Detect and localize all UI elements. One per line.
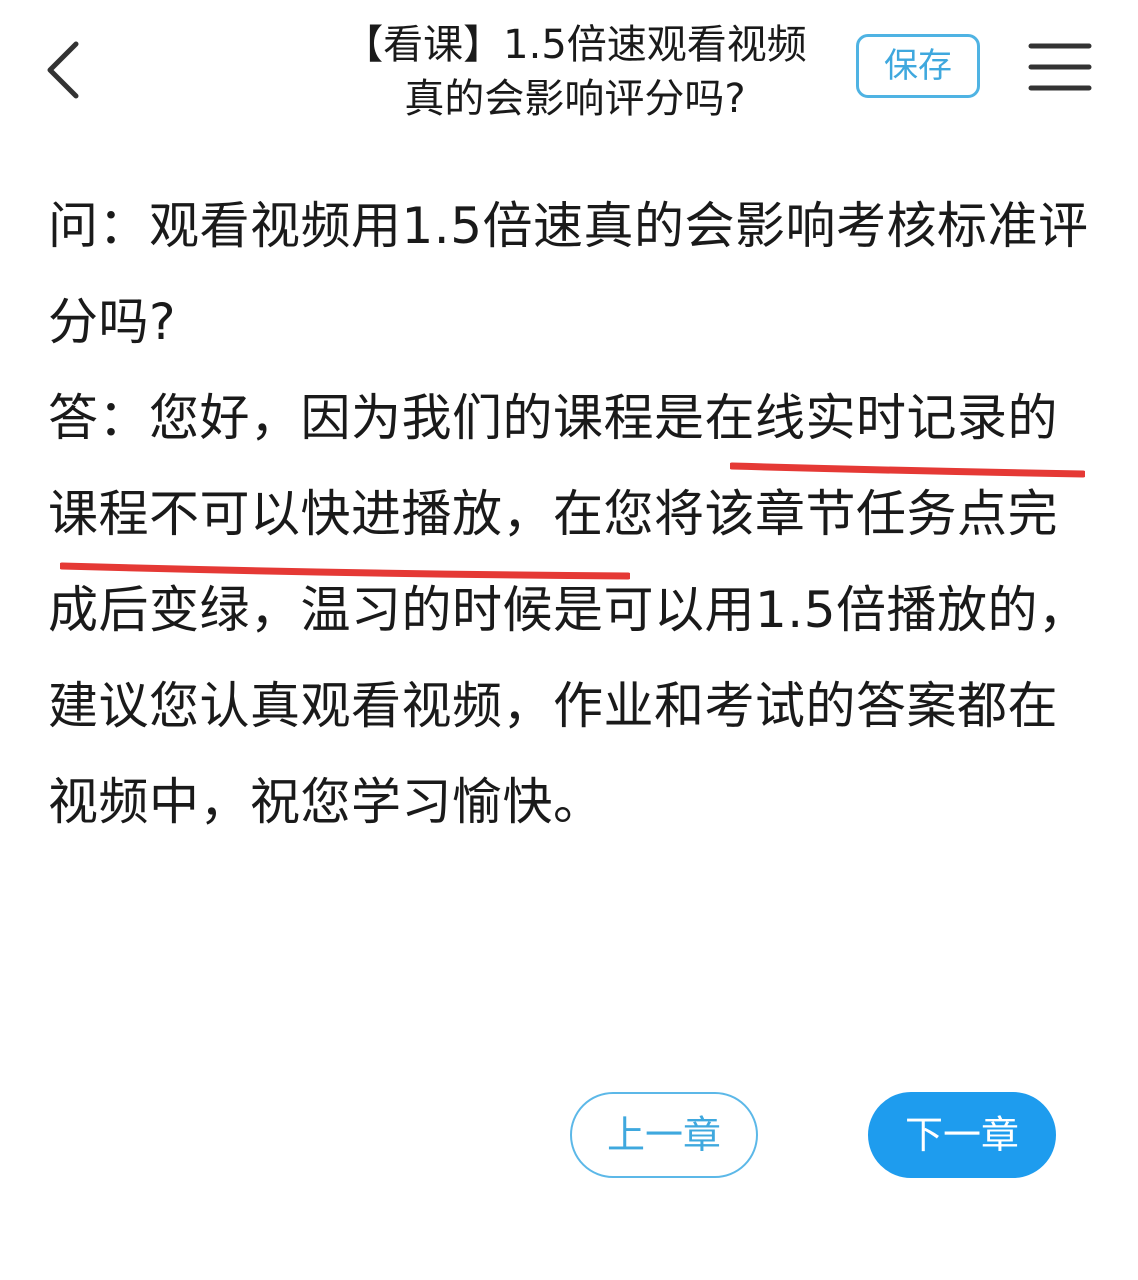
top-bar: 【看课】1.5倍速观看视频真的会影响评分吗? 保存 (0, 0, 1138, 140)
menu-button[interactable] (1028, 40, 1092, 94)
answer-text: 答：您好，因为我们的课程是在线实时记录的课程不可以快进播放，在您将该章节任务点完… (48, 389, 1089, 831)
save-button[interactable]: 保存 (856, 34, 980, 98)
chevron-left-icon (47, 41, 79, 99)
next-chapter-button[interactable]: 下一章 (868, 1092, 1056, 1178)
page-title: 【看课】1.5倍速观看视频真的会影响评分吗? (343, 22, 807, 122)
hamburger-menu-icon (1028, 43, 1092, 91)
article-body: 问：观看视频用1.5倍速真的会影响考核标准评分吗? 答：您好，因为我们的课程是在… (48, 178, 1092, 850)
question-text: 问：观看视频用1.5倍速真的会影响考核标准评分吗? (48, 197, 1089, 351)
back-button[interactable] (36, 36, 96, 100)
highlight-underline (60, 562, 630, 580)
highlight-underline (730, 462, 1085, 478)
prev-chapter-button[interactable]: 上一章 (570, 1092, 758, 1178)
